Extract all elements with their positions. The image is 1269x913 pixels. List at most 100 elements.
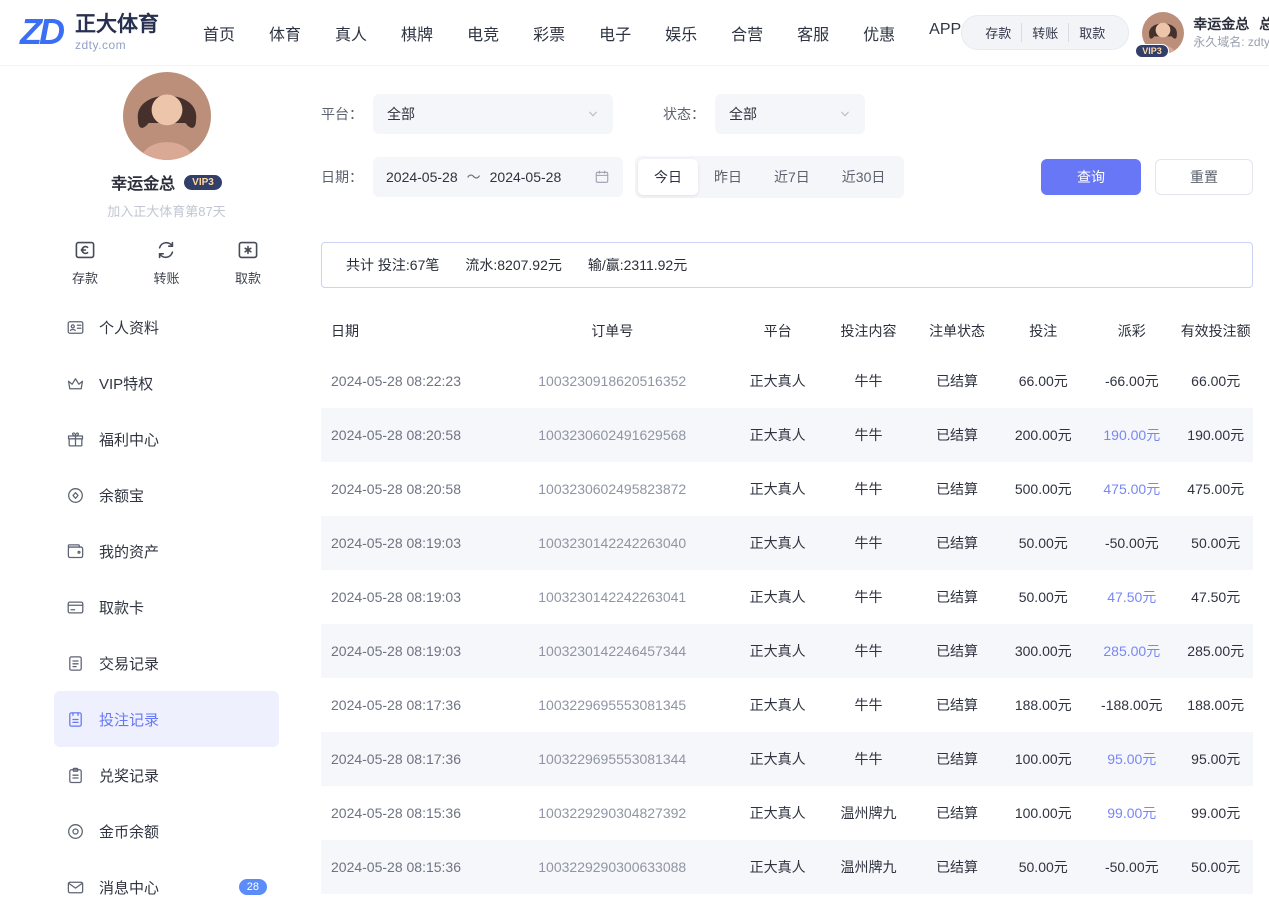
quick-action-transfer[interactable]: 转账 [153,238,179,287]
nav-item-slots[interactable]: 电子 [599,21,631,45]
wallet-action-withdraw[interactable]: 取款 [1068,23,1115,42]
col-header-2: 平台 [731,308,824,354]
sidebar-item-profile[interactable]: 个人资料 [54,299,279,355]
status-filter-label: 状态： [663,104,705,124]
nav-item-sports[interactable]: 体育 [269,21,301,45]
sidebar-menu: 个人资料VIP特权福利中心余额宝我的资产取款卡交易记录投注记录兑奖记录金币余额消… [64,299,269,913]
quick-action-label: 取款 [235,268,261,287]
sidebar-item-card[interactable]: 取款卡 [54,579,279,635]
nav-item-service[interactable]: 客服 [797,21,829,45]
quick-date-yesterday[interactable]: 昨日 [698,159,758,195]
cell-platform: 正大真人 [731,408,824,462]
cell-bet: 100.00元 [1001,786,1085,840]
quick-date-last7[interactable]: 近7日 [758,159,826,195]
sidebar-item-label: 消息中心 [99,877,159,898]
quick-action-withdraw[interactable]: 取款 [235,238,261,287]
withdraw-icon [236,238,260,262]
cell-date: 2024-05-28 08:22:23 [321,354,493,408]
nav-item-partnership[interactable]: 合营 [731,21,763,45]
table-header-row: 日期订单号平台投注内容注单状态投注派彩有效投注额 [321,308,1253,354]
sidebar-item-welfare[interactable]: 福利中心 [54,411,279,467]
nav-item-esports[interactable]: 电竞 [467,21,499,45]
cell-status: 已结算 [913,516,1002,570]
reset-button[interactable]: 重置 [1155,159,1253,195]
nav-item-app[interactable]: APP [929,21,961,45]
sidebar-item-label: 个人资料 [99,317,159,338]
sidebar-item-label: 余额宝 [99,485,144,506]
wallet-icon [66,542,85,561]
deposit-icon [73,238,97,262]
status-select-value: 全部 [729,104,757,124]
wallet-action-deposit[interactable]: 存款 [975,23,1021,42]
cell-status: 已结算 [913,624,1002,678]
profile-name: 幸运金总 [111,170,175,194]
chevron-down-icon [839,108,851,120]
cell-order: 1003230142246457344 [493,624,731,678]
bet-records-table: 日期订单号平台投注内容注单状态投注派彩有效投注额 2024-05-28 08:2… [321,308,1253,894]
table-row: 2024-05-28 08:20:581003230602491629568正大… [321,408,1253,462]
col-header-6: 派彩 [1085,308,1178,354]
cell-payout: -50.00元 [1085,840,1178,894]
date-range-input[interactable]: 2024-05-28 ～ 2024-05-28 [373,157,623,197]
cell-platform: 正大真人 [731,516,824,570]
sidebar-item-coins[interactable]: 金币余额 [54,803,279,859]
nav-item-lottery[interactable]: 彩票 [533,21,565,45]
sidebar-item-yuebao[interactable]: 余额宝 [54,467,279,523]
coin-icon [66,822,85,841]
top-navigation: 首页 体育 真人 棋牌 电竞 彩票 电子 娱乐 合营 客服 优惠 APP [203,21,961,45]
wallet-pill-group: 存款转账取款 [961,15,1129,50]
cell-date: 2024-05-28 08:17:36 [321,732,493,786]
quick-action-label: 存款 [72,268,98,287]
brand-logo[interactable]: ZD 正大体育 zdty.com [20,13,159,51]
quick-date-today[interactable]: 今日 [638,159,698,195]
quick-date-last30[interactable]: 近30日 [826,159,902,195]
nav-item-live[interactable]: 真人 [335,21,367,45]
status-select[interactable]: 全部 [715,94,865,134]
cell-content: 牛牛 [824,354,913,408]
sidebar-item-vip[interactable]: VIP特权 [54,355,279,411]
sidebar-item-redeem[interactable]: 兑奖记录 [54,747,279,803]
cell-platform: 正大真人 [731,462,824,516]
transfer-icon [154,238,178,262]
table-row: 2024-05-28 08:17:361003229695553081344正大… [321,732,1253,786]
sidebar-item-bets[interactable]: 投注记录 [54,691,279,747]
cell-status: 已结算 [913,786,1002,840]
cell-payout: -66.00元 [1085,354,1178,408]
user-block[interactable]: VIP3 幸运金总总 永久域名: zdty [1142,12,1269,54]
sidebar-item-messages[interactable]: 消息中心28 [54,859,279,913]
cell-platform: 正大真人 [731,678,824,732]
nav-item-home[interactable]: 首页 [203,21,235,45]
cell-date: 2024-05-28 08:20:58 [321,408,493,462]
platform-select-value: 全部 [387,104,415,124]
brand-name: 正大体育 [75,13,159,37]
cell-date: 2024-05-28 08:19:03 [321,624,493,678]
platform-select[interactable]: 全部 [373,94,613,134]
profile-avatar[interactable] [123,72,211,160]
cell-bet: 50.00元 [1001,516,1085,570]
bank-card-icon [66,598,85,617]
sidebar-item-label: 我的资产 [99,541,159,562]
cell-date: 2024-05-28 08:15:36 [321,786,493,840]
nav-item-promo[interactable]: 优惠 [863,21,895,45]
cell-payout: 99.00元 [1085,786,1178,840]
cell-platform: 正大真人 [731,840,824,894]
cell-valid: 190.00元 [1178,408,1253,462]
sidebar-item-transactions[interactable]: 交易记录 [54,635,279,691]
date-separator: ～ [467,167,481,187]
sidebar-item-label: 取款卡 [99,597,144,618]
sidebar-item-assets[interactable]: 我的资产 [54,523,279,579]
sidebar-item-label: 兑奖记录 [99,765,159,786]
search-button[interactable]: 查询 [1041,159,1141,195]
brand-text: 正大体育 zdty.com [75,13,159,51]
cell-status: 已结算 [913,354,1002,408]
cell-status: 已结算 [913,462,1002,516]
wallet-action-transfer[interactable]: 转账 [1021,23,1068,42]
table-row: 2024-05-28 08:20:581003230602495823872正大… [321,462,1253,516]
redeem-record-icon [66,766,85,785]
nav-item-entertainment[interactable]: 娱乐 [665,21,697,45]
cell-payout: 475.00元 [1085,462,1178,516]
col-header-0: 日期 [321,308,493,354]
quick-action-deposit[interactable]: 存款 [72,238,98,287]
summary-total-bets: 共计 投注:67笔 [346,255,439,275]
nav-item-chess[interactable]: 棋牌 [401,21,433,45]
